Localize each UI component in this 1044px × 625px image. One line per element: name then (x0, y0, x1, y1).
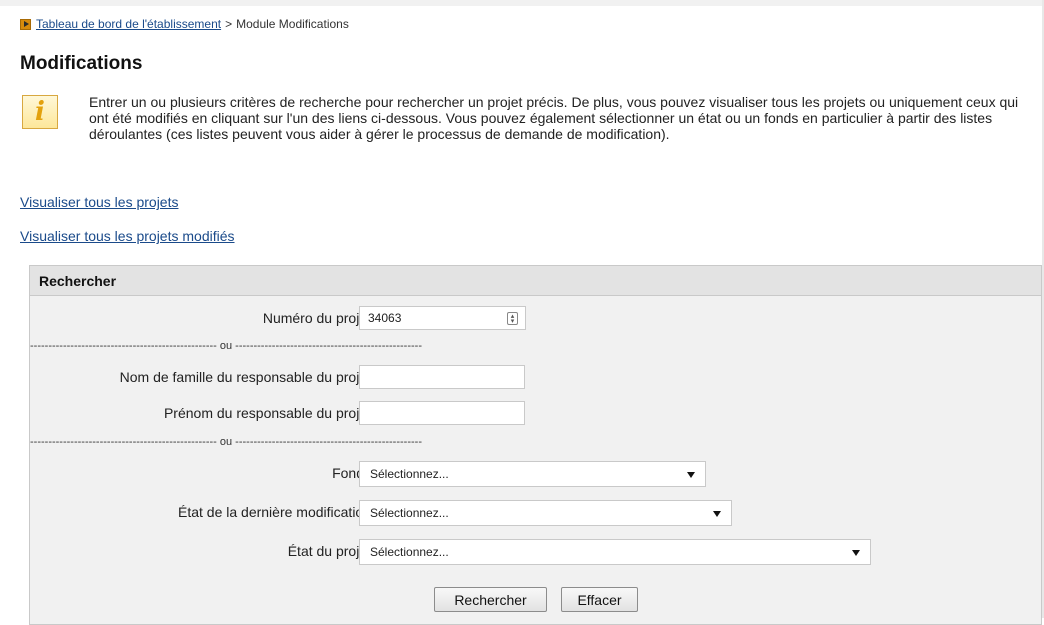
separator-or-2: ----------------------------------------… (30, 436, 422, 448)
top-bar (0, 0, 1044, 6)
lastname-input[interactable] (359, 365, 525, 389)
search-panel: Rechercher Numéro du projet 34063 ▴ ▾ ---… (29, 265, 1042, 625)
info-text: Entrer un ou plusieurs critères de reche… (89, 94, 1019, 142)
view-modified-projects-link[interactable]: Visualiser tous les projets modifiés (20, 228, 235, 244)
project-state-select-value: Sélectionnez... (370, 545, 449, 559)
firstname-input[interactable] (359, 401, 525, 425)
spinner-icon[interactable]: ▴ ▾ (507, 312, 518, 325)
last-mod-state-label: État de la dernière modification (178, 504, 371, 520)
fund-row: Fonds Sélectionnez... (30, 461, 1043, 487)
button-row: Rechercher Effacer (30, 587, 1043, 612)
search-panel-header: Rechercher (30, 266, 1041, 296)
firstname-label: Prénom du responsable du projet (163, 405, 371, 421)
fund-select[interactable]: Sélectionnez... (359, 461, 706, 487)
last-mod-state-row: État de la dernière modification Sélecti… (30, 500, 1043, 526)
play-arrow-icon (20, 18, 31, 30)
separator-or-1: ----------------------------------------… (30, 340, 422, 352)
info-icon: i (22, 95, 58, 129)
last-mod-state-select-value: Sélectionnez... (370, 506, 449, 520)
project-number-value: 34063 (368, 311, 402, 325)
breadcrumb-current: Module Modifications (236, 17, 349, 31)
lastname-label: Nom de famille du responsable du projet (119, 369, 371, 385)
breadcrumb: Tableau de bord de l'établissement > Mod… (20, 17, 349, 31)
dropdown-arrow-icon (713, 511, 721, 517)
project-state-select[interactable]: Sélectionnez... (359, 539, 871, 565)
dropdown-arrow-icon (852, 550, 860, 556)
page-title: Modifications (20, 53, 143, 74)
project-number-label: Numéro du projet (262, 310, 371, 326)
firstname-row: Prénom du responsable du projet (30, 401, 1043, 425)
project-state-row: État du projet Sélectionnez... (30, 539, 1043, 565)
breadcrumb-dashboard-link[interactable]: Tableau de bord de l'établissement (36, 17, 221, 31)
breadcrumb-separator: > (225, 17, 233, 31)
lastname-row: Nom de famille du responsable du projet (30, 365, 1043, 389)
search-button[interactable]: Rechercher (434, 587, 547, 612)
last-mod-state-select[interactable]: Sélectionnez... (359, 500, 732, 526)
dropdown-arrow-icon (687, 472, 695, 478)
clear-button[interactable]: Effacer (561, 587, 638, 612)
fund-select-value: Sélectionnez... (370, 467, 449, 481)
view-all-projects-link[interactable]: Visualiser tous les projets (20, 194, 178, 210)
project-number-input[interactable]: 34063 ▴ ▾ (359, 306, 526, 330)
project-number-row: Numéro du projet 34063 ▴ ▾ (30, 306, 1043, 330)
